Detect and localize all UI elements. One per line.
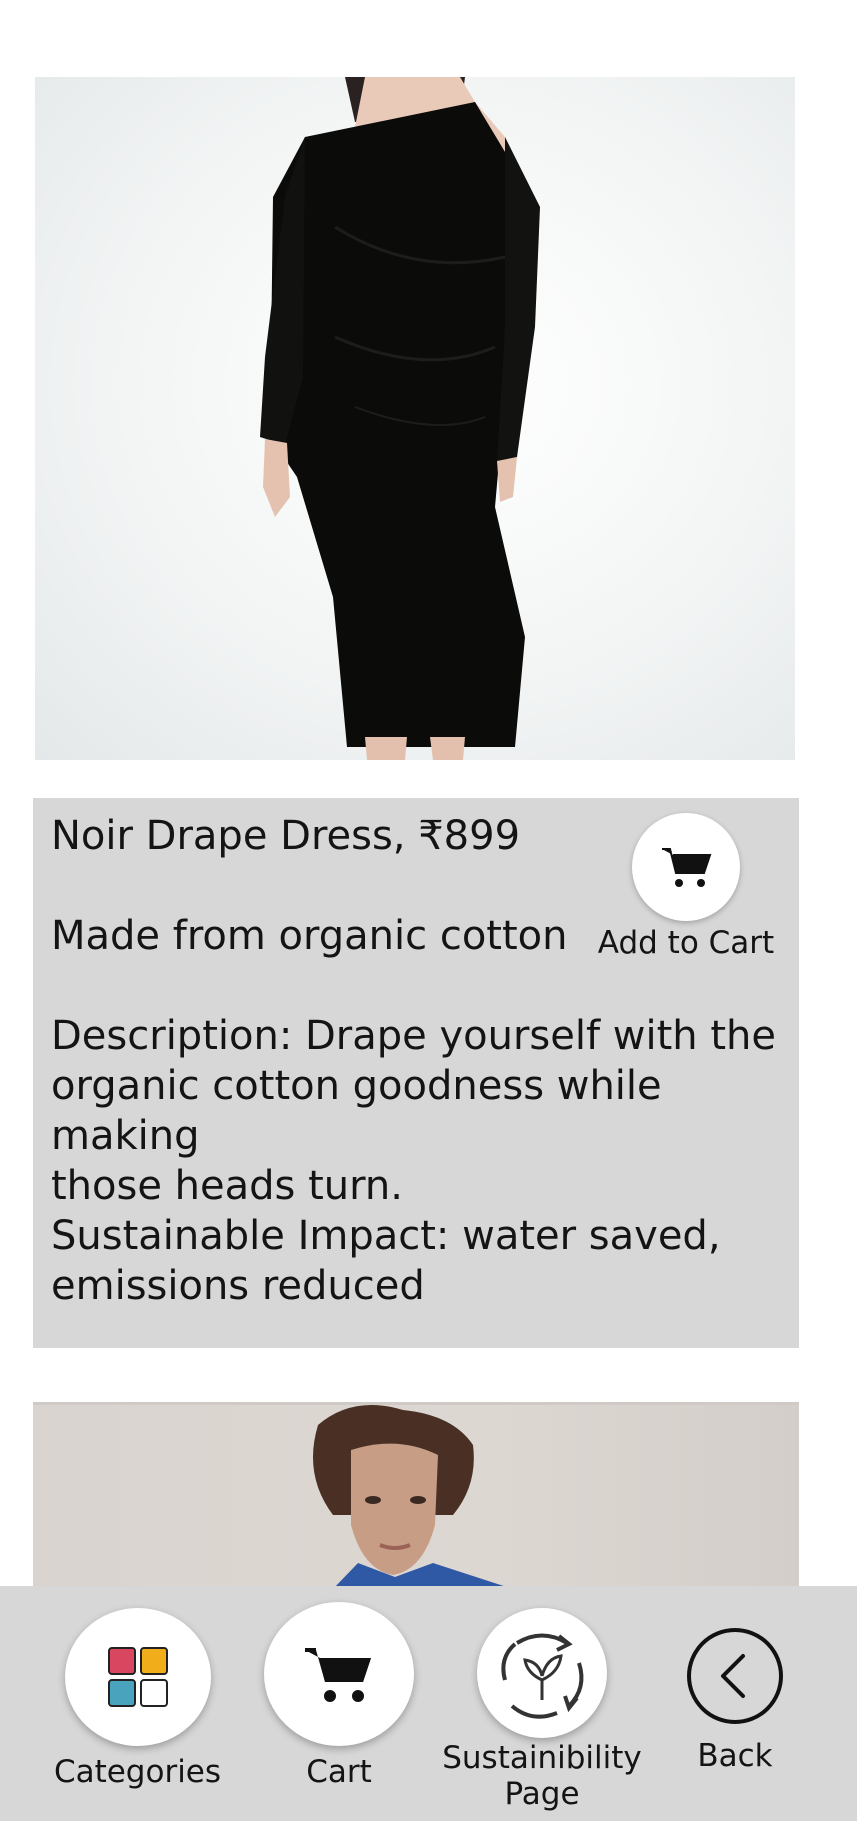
product-sustainable-impact: Sustainable Impact: water saved, emissio… <box>51 1213 721 1309</box>
cart-icon <box>305 1648 371 1702</box>
back-chevron-icon[interactable] <box>685 1626 785 1726</box>
add-to-cart-label: Add to Cart <box>597 925 775 961</box>
cart-icon <box>662 848 712 887</box>
sustainability-label: Sustainibility Page <box>442 1740 642 1812</box>
product-image <box>35 77 795 760</box>
grid-cell <box>139 1647 168 1675</box>
grid-cell <box>107 1679 136 1707</box>
product-description: Description: Drape yourself with the org… <box>51 1013 776 1209</box>
nav-cart[interactable]: Cart <box>264 1602 414 1790</box>
add-to-cart-icon-button[interactable] <box>632 813 740 921</box>
nav-back[interactable]: Back <box>680 1626 790 1774</box>
nav-categories[interactable]: Categories <box>40 1608 235 1790</box>
next-product-image <box>33 1402 799 1589</box>
categories-icon-button[interactable] <box>64 1608 211 1746</box>
nav-sustainability-page[interactable]: Sustainibility Page <box>432 1608 652 1812</box>
add-to-cart-button[interactable]: Add to Cart <box>596 813 776 961</box>
recycle-leaf-icon <box>501 1633 584 1719</box>
cart-label: Cart <box>306 1754 372 1790</box>
bottom-navigation-bar: Categories Cart Sustainibility Page Back <box>0 1586 857 1821</box>
grid-cell <box>107 1647 136 1675</box>
product-title-price: Noir Drape Dress, ₹899 <box>51 813 521 859</box>
cart-icon-button[interactable] <box>264 1602 414 1746</box>
back-label: Back <box>697 1738 773 1774</box>
product-material: Made from organic cotton <box>51 913 568 959</box>
categories-label: Categories <box>53 1754 222 1790</box>
sustainability-icon-button[interactable] <box>477 1608 607 1738</box>
categories-grid-icon <box>107 1647 168 1707</box>
